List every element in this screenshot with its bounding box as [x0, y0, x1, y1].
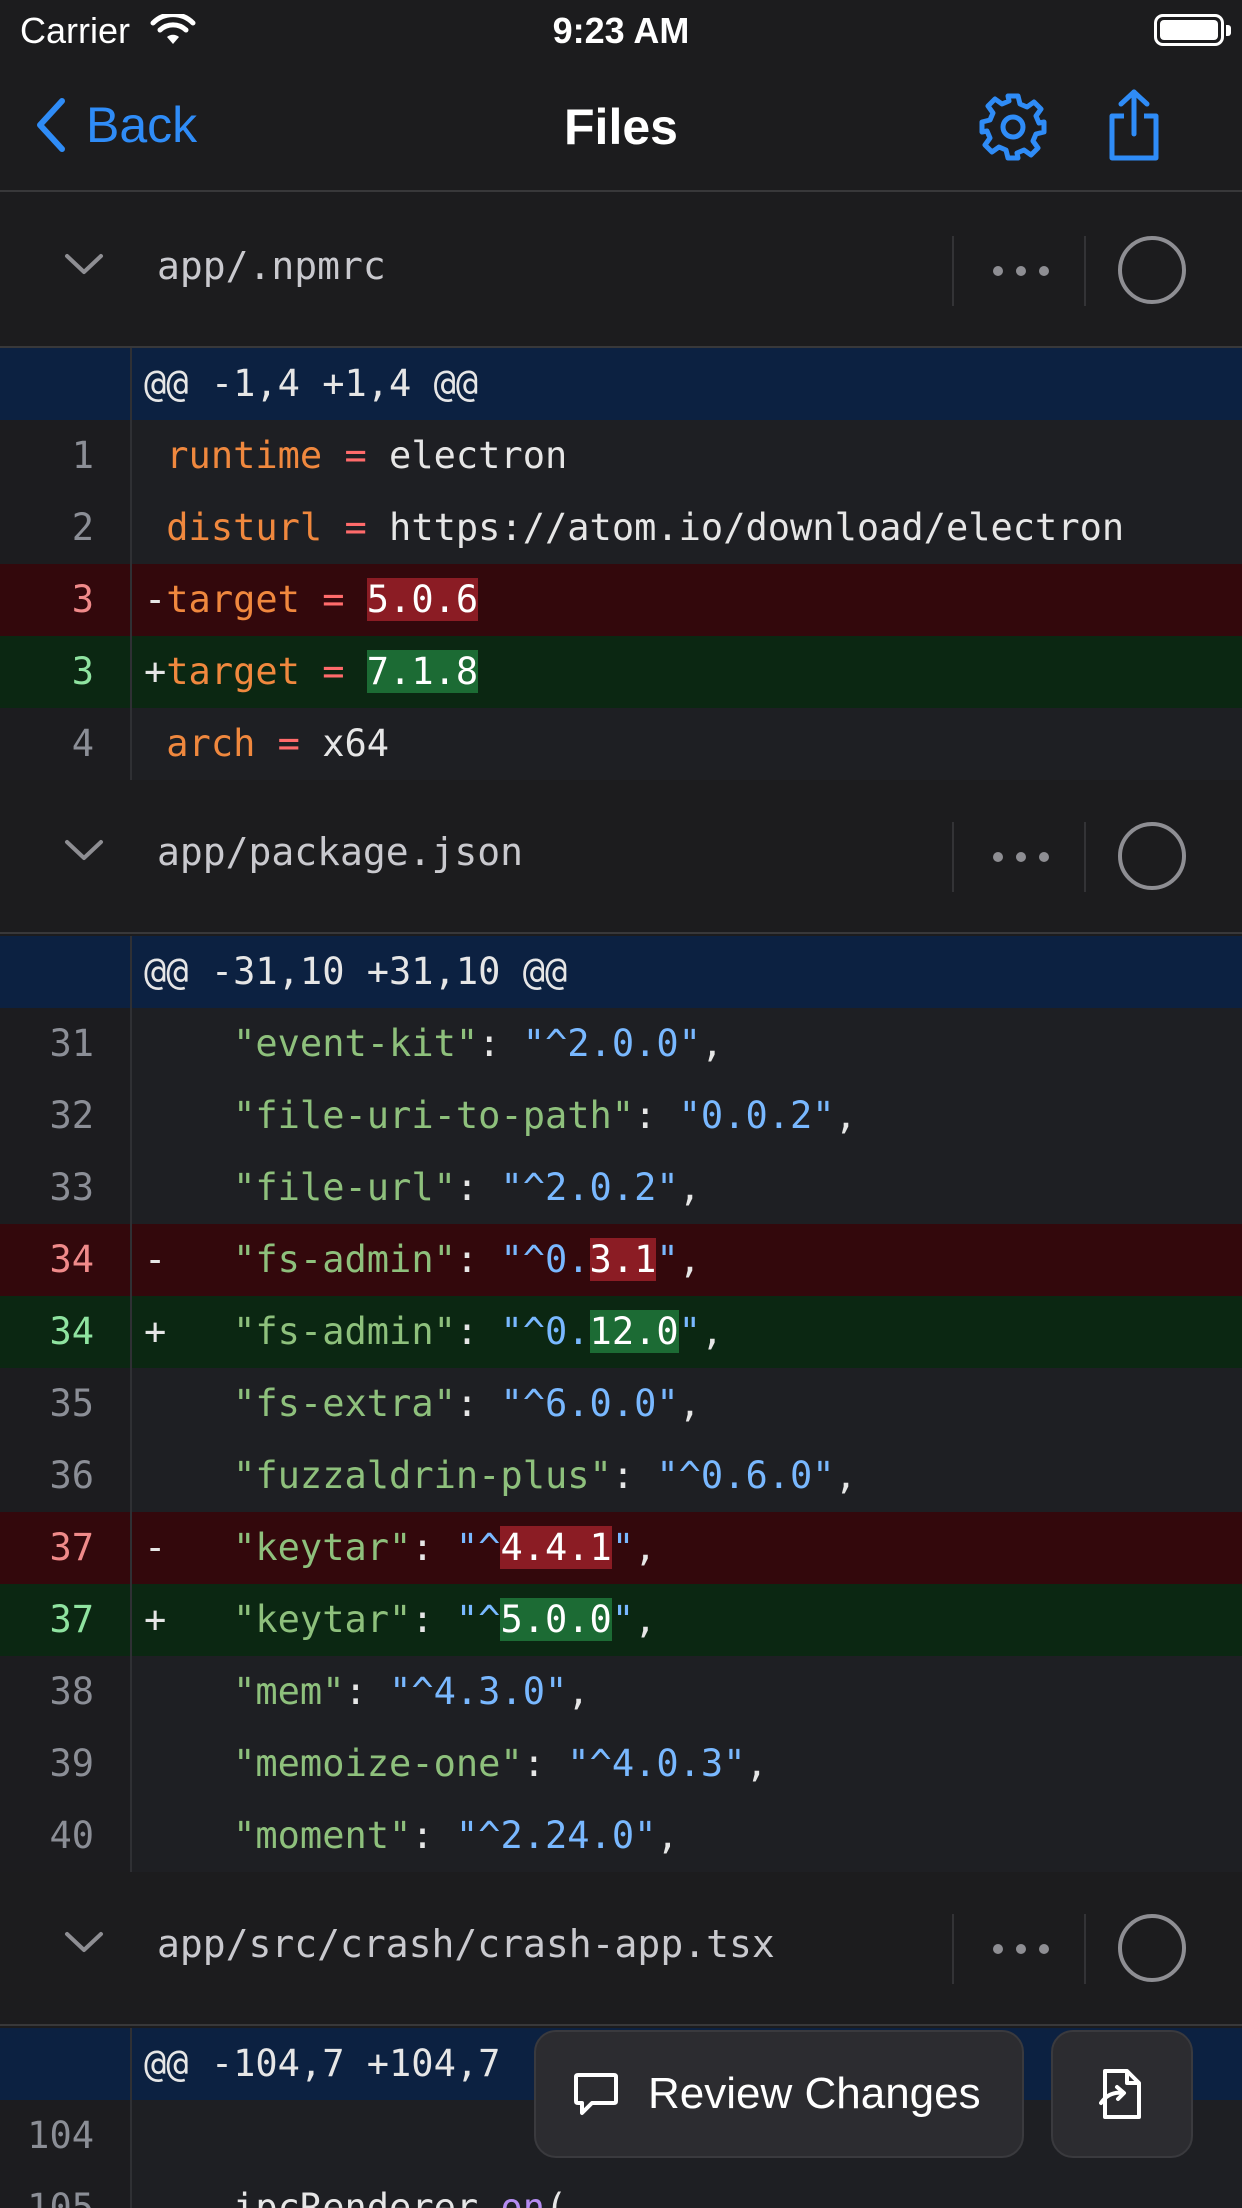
circle-icon[interactable]	[1118, 236, 1186, 304]
diff-line: 105 ipcRenderer.on(	[0, 2172, 1242, 2208]
line-number: 3	[0, 564, 132, 636]
line-code: ipcRenderer.on(	[233, 2186, 568, 2208]
file-header[interactable]: app/package.json	[0, 780, 1242, 934]
line-number: 38	[0, 1656, 132, 1728]
more-icon[interactable]	[986, 842, 1056, 872]
line-code: + "keytar": "^5.0.0",	[144, 1598, 657, 1641]
line-code: "fs-extra": "^6.0.0",	[233, 1382, 701, 1425]
line-number: 37	[0, 1512, 132, 1584]
line-code: runtime = electron	[166, 434, 568, 477]
chevron-down-icon[interactable]	[64, 838, 104, 862]
review-changes-button[interactable]: Review Changes	[534, 2030, 1024, 2158]
line-number: 34	[0, 1296, 132, 1368]
diff-line-added: 34 + "fs-admin": "^0.12.0",	[0, 1296, 1242, 1368]
more-icon[interactable]	[986, 1934, 1056, 1964]
divider	[1084, 1914, 1086, 1984]
hunk-text: @@ -1,4 +1,4 @@	[144, 362, 479, 405]
line-code: disturl = https://atom.io/download/elect…	[166, 506, 1125, 549]
circle-icon[interactable]	[1118, 822, 1186, 890]
navigation-bar: Back Files	[0, 62, 1242, 192]
diff-line: 40 "moment": "^2.24.0",	[0, 1800, 1242, 1872]
diff-line-deleted: 34 - "fs-admin": "^0.3.1",	[0, 1224, 1242, 1296]
battery-icon	[1154, 14, 1231, 46]
line-code: -target = 5.0.6	[144, 578, 479, 621]
file-path: app/src/crash/crash-app.tsx	[157, 1922, 775, 1966]
status-bar: Carrier 9:23 AM	[0, 0, 1242, 62]
diff-line: 35 "fs-extra": "^6.0.0",	[0, 1368, 1242, 1440]
line-code: "file-url": "^2.0.2",	[233, 1166, 701, 1209]
line-number: 1	[0, 420, 132, 492]
line-number: 3	[0, 636, 132, 708]
line-number: 37	[0, 1584, 132, 1656]
line-code: "memoize-one": "^4.0.3",	[233, 1742, 768, 1785]
line-number: 32	[0, 1080, 132, 1152]
hunk-text: @@ -31,10 +31,10 @@	[144, 950, 568, 993]
review-changes-label: Review Changes	[648, 2069, 981, 2118]
line-code: + "fs-admin": "^0.12.0",	[144, 1310, 724, 1353]
line-number	[0, 348, 132, 420]
hunk-text: @@ -104,7 +104,7	[144, 2042, 501, 2085]
line-number: 36	[0, 1440, 132, 1512]
line-code: "event-kit": "^2.0.0",	[233, 1022, 724, 1065]
line-number: 34	[0, 1224, 132, 1296]
line-code: arch = x64	[166, 722, 390, 765]
diff-line-added: 37 + "keytar": "^5.0.0",	[0, 1584, 1242, 1656]
diff-line: 4 arch = x64	[0, 708, 1242, 780]
share-icon[interactable]	[1106, 88, 1162, 164]
diff-line: 32 "file-uri-to-path": "0.0.2",	[0, 1080, 1242, 1152]
line-code: "file-uri-to-path": "0.0.2",	[233, 1094, 857, 1137]
line-code: +target = 7.1.8	[144, 650, 479, 693]
line-number: 35	[0, 1368, 132, 1440]
chevron-down-icon[interactable]	[64, 1930, 104, 1954]
file-path: app/.npmrc	[157, 244, 386, 288]
circle-icon[interactable]	[1118, 1914, 1186, 1982]
page-title: Files	[564, 99, 678, 155]
line-number	[0, 2028, 132, 2100]
line-number: 4	[0, 708, 132, 780]
diff-line: 36 "fuzzaldrin-plus": "^0.6.0",	[0, 1440, 1242, 1512]
line-number: 40	[0, 1800, 132, 1872]
gear-icon[interactable]	[978, 92, 1048, 162]
hunk-header: @@ -1,4 +1,4 @@	[0, 348, 1242, 420]
diff-line-deleted: 3 -target = 5.0.6	[0, 564, 1242, 636]
line-number: 104	[0, 2100, 132, 2172]
line-number: 39	[0, 1728, 132, 1800]
line-number	[0, 936, 132, 1008]
diff-line: 2 disturl = https://atom.io/download/ele…	[0, 492, 1242, 564]
divider	[1084, 236, 1086, 306]
diff-line: 1 runtime = electron	[0, 420, 1242, 492]
file-header[interactable]: app/.npmrc	[0, 194, 1242, 348]
clock: 9:23 AM	[552, 10, 690, 51]
line-code: "mem": "^4.3.0",	[233, 1670, 590, 1713]
divider	[952, 236, 954, 306]
file-action-button[interactable]	[1051, 2030, 1193, 2158]
line-code: "moment": "^2.24.0",	[233, 1814, 679, 1857]
divider	[952, 1914, 954, 1984]
file-header[interactable]: app/src/crash/crash-app.tsx	[0, 1872, 1242, 2026]
diff-line-added: 3 +target = 7.1.8	[0, 636, 1242, 708]
line-number: 2	[0, 492, 132, 564]
line-code: - "fs-admin": "^0.3.1",	[144, 1238, 701, 1281]
chevron-down-icon[interactable]	[64, 252, 104, 276]
diff-line: 31 "event-kit": "^2.0.0",	[0, 1008, 1242, 1080]
diff-line: 33 "file-url": "^2.0.2",	[0, 1152, 1242, 1224]
more-icon[interactable]	[986, 256, 1056, 286]
comment-icon	[574, 2073, 618, 2115]
diff-line-deleted: 37 - "keytar": "^4.4.1",	[0, 1512, 1242, 1584]
file-arrow-icon	[1099, 2069, 1141, 2119]
line-number: 33	[0, 1152, 132, 1224]
line-number: 105	[0, 2172, 132, 2208]
diff-line: 39 "memoize-one": "^4.0.3",	[0, 1728, 1242, 1800]
line-number: 31	[0, 1008, 132, 1080]
diff-line: 38 "mem": "^4.3.0",	[0, 1656, 1242, 1728]
divider	[952, 822, 954, 892]
line-code: "fuzzaldrin-plus": "^0.6.0",	[233, 1454, 857, 1497]
file-path: app/package.json	[157, 830, 524, 874]
divider	[1084, 822, 1086, 892]
hunk-header: @@ -31,10 +31,10 @@	[0, 936, 1242, 1008]
line-code: - "keytar": "^4.4.1",	[144, 1526, 657, 1569]
